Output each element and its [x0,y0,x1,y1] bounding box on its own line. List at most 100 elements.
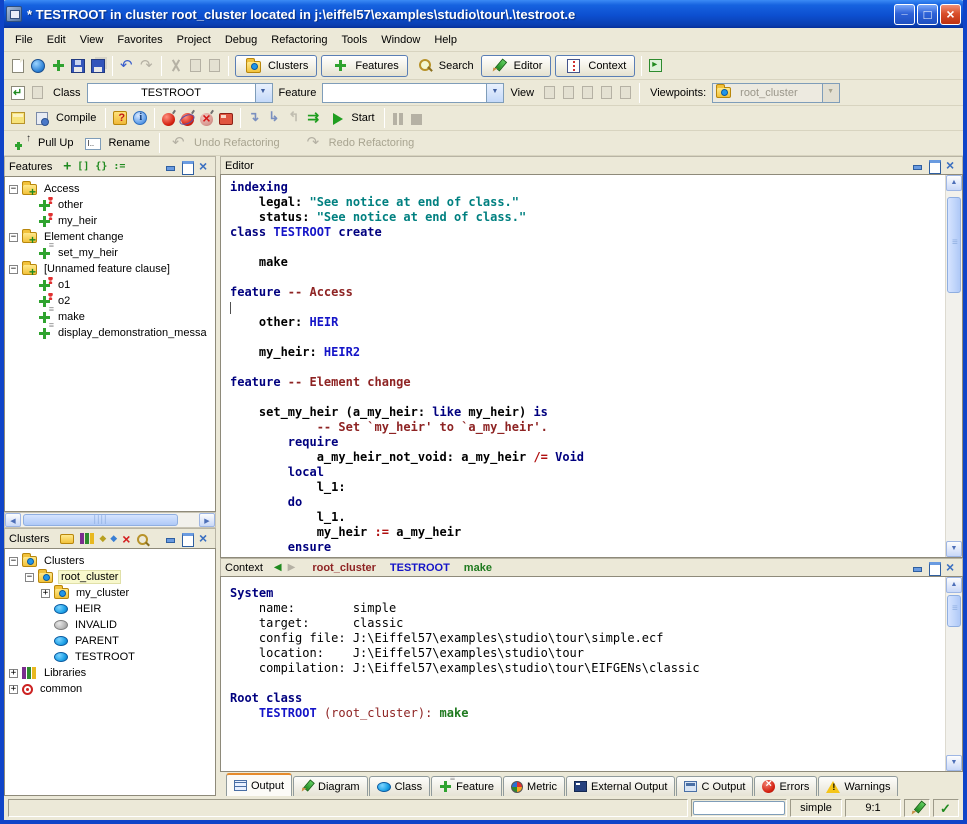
save-icon[interactable] [71,59,85,73]
context-vscrollbar[interactable] [945,577,962,771]
expand-icon[interactable]: + [9,669,18,678]
scroll-up-icon[interactable] [946,577,962,593]
minimize-button[interactable] [894,4,915,25]
compile-button[interactable]: Compile [28,107,101,129]
scroll-down-icon[interactable] [946,541,962,557]
open-in-editor-icon[interactable] [11,86,25,100]
start-button[interactable]: Start [325,107,379,129]
maximize-button[interactable] [917,4,938,25]
undo-icon[interactable] [119,58,135,74]
new-file-icon[interactable] [12,59,24,73]
vscroll-thumb[interactable] [947,595,961,627]
editor-button[interactable]: Editor [481,55,552,77]
breadcrumb-testroot[interactable]: TESTROOT [390,562,450,574]
tree-item-testroot[interactable]: TESTROOT [5,649,215,665]
pane-minimize-icon[interactable] [910,160,924,172]
external-editor-icon[interactable] [649,59,662,72]
add-feature-icon[interactable] [63,159,71,174]
pane-close-icon[interactable] [197,533,211,545]
tree-item-set-my-heir[interactable]: set_my_heir [5,245,215,261]
freeze-icon[interactable] [181,113,194,126]
tree-item-other[interactable]: other [5,197,215,213]
collapse-icon[interactable]: − [9,265,18,274]
info-icon[interactable] [133,111,147,125]
menu-favorites[interactable]: Favorites [110,31,169,49]
pane-close-icon[interactable] [944,562,958,574]
tab-diagram[interactable]: Diagram [293,776,368,796]
pull-up-button[interactable]: Pull Up [8,132,78,154]
menu-help[interactable]: Help [427,31,464,49]
run-no-stop-icon[interactable] [307,110,323,126]
rename-button[interactable]: Rename [78,132,155,154]
search-icon[interactable] [136,534,149,547]
context-button[interactable]: Context [555,55,635,77]
melt-icon[interactable] [162,113,175,126]
tree-item-common[interactable]: +common [5,681,215,697]
pane-minimize-icon[interactable] [163,533,177,545]
tab-class[interactable]: Class [369,776,431,796]
tab-feature[interactable]: Feature [431,776,502,796]
pane-close-icon[interactable] [944,160,958,172]
menu-debug[interactable]: Debug [218,31,264,49]
chevron-down-icon[interactable] [486,84,503,102]
pane-maximize-icon[interactable] [180,161,194,173]
tab-c-output[interactable]: C Output [676,776,753,796]
features-button[interactable]: Features [321,55,407,77]
tree-item-heir[interactable]: HEIR [5,601,215,617]
pane-maximize-icon[interactable] [180,533,194,545]
tree-item-access[interactable]: −Access [5,181,215,197]
compile-help-icon[interactable] [113,111,127,125]
pane-maximize-icon[interactable] [927,160,941,172]
cancel-compile-icon[interactable] [200,113,213,126]
expand-icon[interactable]: + [41,589,50,598]
vscroll-thumb[interactable] [947,197,961,293]
step-into-icon[interactable] [247,110,263,126]
tree-item-element-change[interactable]: −Element change [5,229,215,245]
menu-view[interactable]: View [73,31,111,49]
menu-window[interactable]: Window [374,31,427,49]
pane-maximize-icon[interactable] [927,562,941,574]
finalize-icon[interactable] [219,113,233,125]
scroll-up-icon[interactable] [946,175,962,191]
tab-external-output[interactable]: External Output [566,776,675,796]
tree-item-o2[interactable]: o2 [5,293,215,309]
add-item-icon[interactable] [110,533,117,544]
tree-item-clusters[interactable]: −Clusters [5,553,215,569]
pane-minimize-icon[interactable] [163,161,177,173]
feature-clauses-icon[interactable] [77,161,89,172]
project-settings-icon[interactable] [11,112,25,124]
tab-errors[interactable]: Errors [754,776,817,796]
expand-icon[interactable]: + [9,685,18,694]
tree-item-libraries[interactable]: +Libraries [5,665,215,681]
history-back-icon[interactable] [274,562,282,573]
add-icon[interactable] [50,58,66,74]
tree-item-root-cluster[interactable]: −root_cluster [5,569,215,585]
context-output[interactable]: System name: simple target: classic conf… [221,577,962,771]
tab-metric[interactable]: Metric [503,776,565,796]
menu-project[interactable]: Project [170,31,218,49]
assigner-icon[interactable] [113,161,125,172]
tree-item-display-demonstration-messa[interactable]: display_demonstration_messa [5,325,215,341]
collapse-icon[interactable]: − [25,573,34,582]
breadcrumb-root-cluster[interactable]: root_cluster [312,562,376,574]
tree-item-unnamed-feature-clause[interactable]: −[Unnamed feature clause] [5,261,215,277]
add-class-icon[interactable] [99,533,106,544]
chevron-down-icon[interactable] [255,84,272,102]
tree-item-invalid[interactable]: INVALID [5,617,215,633]
add-library-icon[interactable] [80,533,94,544]
search-button[interactable]: Search [410,55,479,77]
breadcrumb-make[interactable]: make [464,562,492,574]
editor-code[interactable]: indexing legal: "See notice at end of cl… [221,175,962,557]
features-hscrollbar[interactable] [4,512,216,528]
open-icon[interactable] [31,59,45,73]
collapse-icon[interactable]: − [9,185,18,194]
tree-item-o1[interactable]: o1 [5,277,215,293]
save-all-icon[interactable] [91,59,105,73]
scroll-right-icon[interactable] [199,513,215,527]
step-over-icon[interactable] [267,110,283,126]
collapse-icon[interactable]: − [9,557,18,566]
feature-combo[interactable] [322,83,504,103]
remove-icon[interactable] [119,531,133,547]
tree-item-parent[interactable]: PARENT [5,633,215,649]
tree-item-my-heir[interactable]: my_heir [5,213,215,229]
